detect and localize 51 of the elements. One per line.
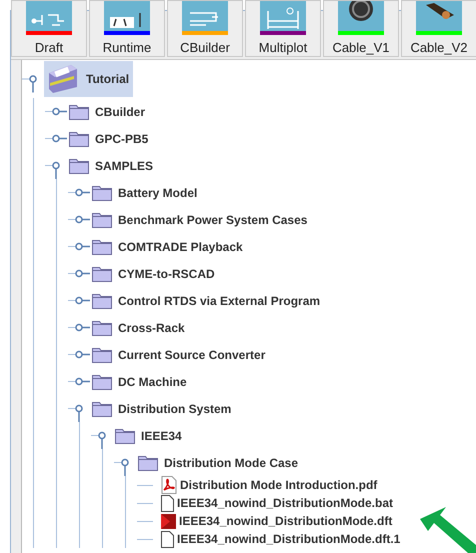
folder-item[interactable]: CYME-to-RSCAD bbox=[90, 263, 219, 284]
folder-icon bbox=[92, 292, 112, 309]
folder-item[interactable]: Control RTDS via External Program bbox=[90, 290, 324, 311]
diagram-icon bbox=[26, 1, 72, 31]
draft-file-icon bbox=[161, 514, 176, 528]
toolbar-button[interactable]: Multiplot bbox=[245, 0, 321, 57]
cable-icon bbox=[338, 1, 384, 31]
toolbar-button[interactable]: Runtime bbox=[89, 0, 165, 57]
file-icon bbox=[161, 494, 174, 512]
folder-item[interactable]: GPC-PB5 bbox=[67, 128, 152, 149]
folder-item[interactable]: CBuilder bbox=[67, 101, 150, 122]
folder-icon bbox=[92, 373, 112, 390]
toolbar-button[interactable]: Draft bbox=[11, 0, 87, 57]
folder-icon bbox=[69, 103, 89, 120]
folder-item[interactable]: SAMPLES bbox=[67, 155, 158, 176]
toolbar-button[interactable]: Cable_V2 bbox=[401, 0, 476, 57]
file-item[interactable]: Distribution Mode Introduction.pdf bbox=[159, 476, 380, 494]
toolbar-button[interactable]: CBuilder bbox=[167, 0, 243, 57]
folder-item[interactable]: COMTRADE Playback bbox=[90, 236, 247, 257]
folder-icon bbox=[69, 157, 89, 174]
toolbar-button[interactable]: Cable_V1 bbox=[323, 0, 399, 57]
file-icon bbox=[161, 530, 174, 548]
folder-item[interactable]: IEEE34 bbox=[113, 425, 186, 446]
folder-item[interactable]: Distribution System bbox=[90, 398, 236, 419]
diagram-icon bbox=[260, 1, 306, 31]
file-item[interactable]: IEEE34_nowind_DistributionMode.bat bbox=[159, 494, 396, 512]
pdf-file-icon bbox=[161, 476, 177, 494]
folder-icon bbox=[92, 238, 112, 255]
folder-icon bbox=[138, 454, 158, 471]
diagram-icon bbox=[182, 1, 228, 31]
folder-icon bbox=[92, 184, 112, 201]
folder-icon bbox=[92, 346, 112, 363]
folder-icon bbox=[69, 130, 89, 147]
folder-item[interactable]: Battery Model bbox=[90, 182, 202, 203]
annotation-arrow bbox=[418, 505, 476, 553]
folder-icon bbox=[92, 211, 112, 228]
file-item[interactable]: IEEE34_nowind_DistributionMode.dft.1 bbox=[159, 530, 402, 548]
folder-icon bbox=[115, 427, 135, 444]
folder-icon bbox=[92, 400, 112, 417]
folder-item[interactable]: Distribution Mode Case bbox=[136, 452, 302, 473]
folder-item[interactable]: Cross-Rack bbox=[90, 317, 189, 338]
cable-icon bbox=[416, 1, 462, 31]
folder-icon bbox=[92, 265, 112, 282]
folder-icon bbox=[92, 319, 112, 336]
folder-item[interactable]: DC Machine bbox=[90, 371, 191, 392]
folder-item[interactable]: Tutorial bbox=[44, 61, 134, 97]
folder-item[interactable]: Benchmark Power System Cases bbox=[90, 209, 312, 230]
file-item[interactable]: IEEE34_nowind_DistributionMode.dft bbox=[159, 514, 394, 528]
folder-item[interactable]: Current Source Converter bbox=[90, 344, 270, 365]
diagram-icon bbox=[104, 1, 150, 31]
briefcase-icon bbox=[46, 63, 80, 95]
